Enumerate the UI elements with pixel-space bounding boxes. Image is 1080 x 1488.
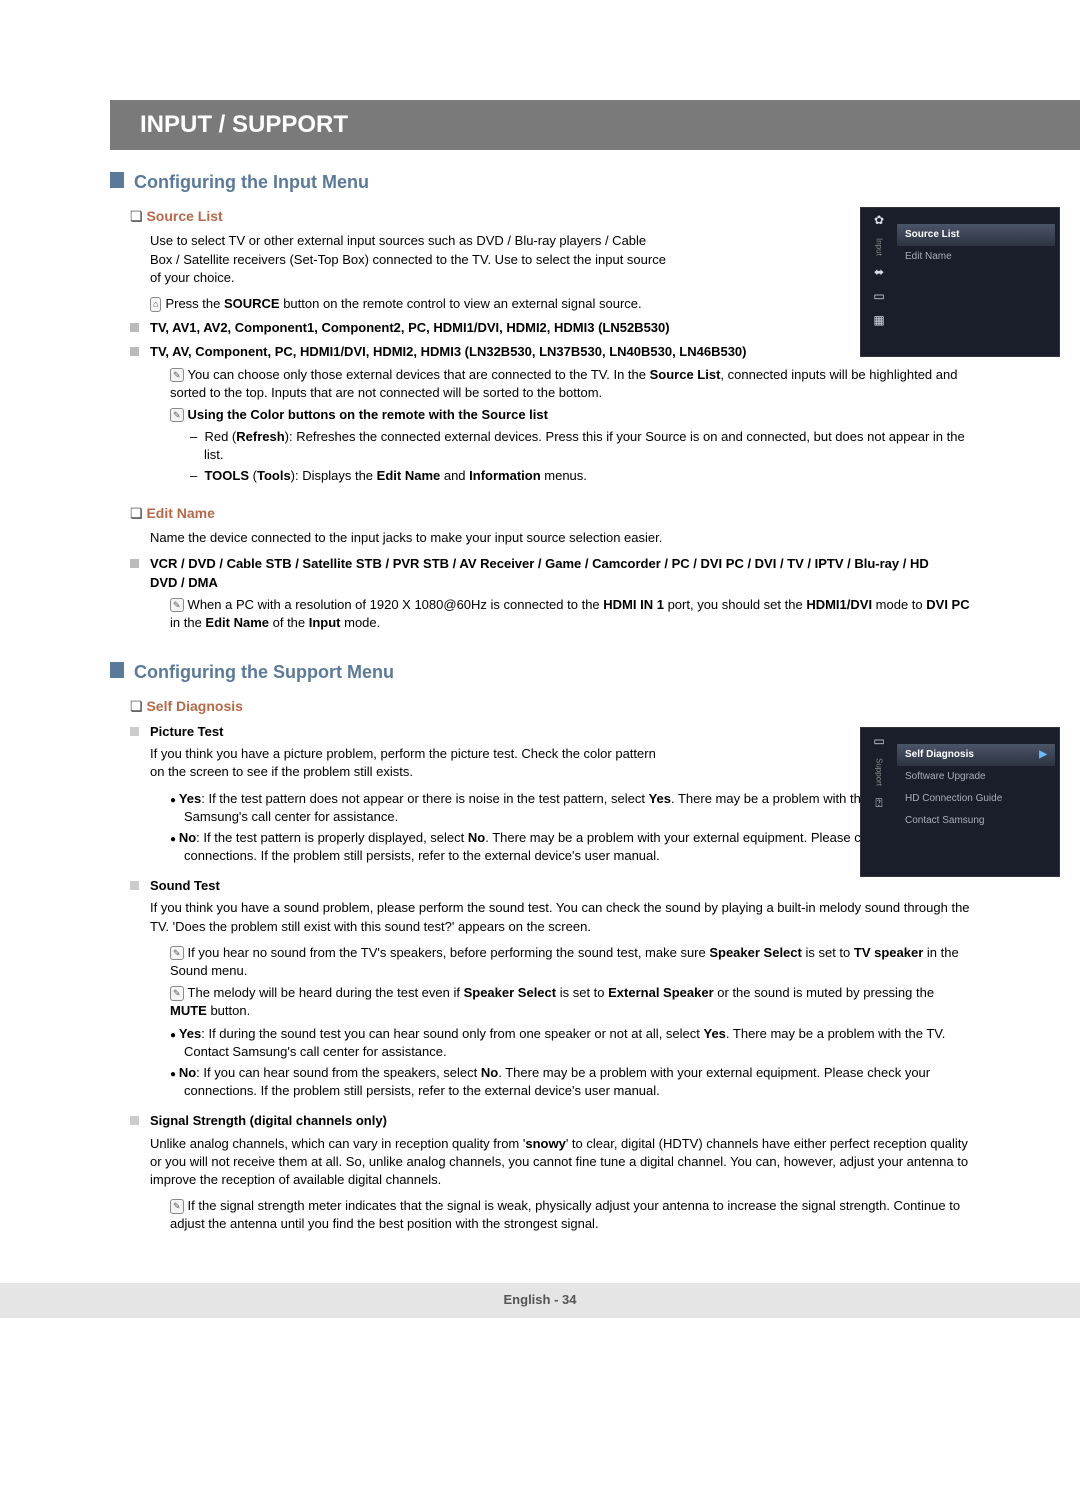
osd-row-label: Software Upgrade [905, 770, 986, 784]
note-signal-weak: ✎If the signal strength meter indicates … [170, 1197, 970, 1233]
para-edit-name-desc: Name the device connected to the input j… [150, 529, 970, 547]
osd-sidebar: ▭ Support ⍰ [865, 734, 893, 810]
osd-row-edit-name: Edit Name [897, 246, 1055, 268]
osd-row-label: Source List [905, 228, 959, 242]
pencil-icon: ✎ [170, 408, 184, 423]
osd-sidebar: ✿ Input ⬌ ▭ ▦ [865, 214, 893, 328]
osd-row-label: Edit Name [905, 250, 952, 264]
remote-icon: ⌂ [150, 297, 161, 312]
page-footer: English - 34 [0, 1283, 1080, 1317]
osd-row-source-list: Source List [897, 224, 1055, 246]
inputs-list-ln52: TV, AV1, AV2, Component1, Component2, PC… [130, 319, 950, 337]
osd-support: ▭ Support ⍰ Self Diagnosis ▶ Software Upg… [860, 727, 1060, 877]
item-picture-test: Picture Test [130, 723, 950, 741]
para-signal-desc: Unlike analog channels, which can vary i… [150, 1135, 970, 1190]
para-sound-test-desc: If you think you have a sound problem, p… [150, 899, 970, 935]
pencil-icon: ✎ [170, 986, 184, 1001]
dash-tools: – TOOLS (Tools): Displays the Edit Name … [190, 467, 970, 485]
dot-sound-no: No: If you can hear sound from the speak… [170, 1064, 950, 1100]
osd-row-self-diagnosis: Self Diagnosis ▶ [897, 744, 1055, 766]
folder-icon: ▭ [870, 290, 888, 304]
section-title-input-menu: Configuring the Input Menu [110, 170, 1080, 195]
section-title-support-menu: Configuring the Support Menu [110, 660, 1080, 685]
subhead-self-diagnosis: Self Diagnosis [130, 697, 1050, 717]
osd-row-hd-guide: HD Connection Guide [897, 788, 1055, 810]
note-hdmi-pc: ✎When a PC with a resolution of 1920 X 1… [170, 596, 970, 632]
dot-picture-yes: Yes: If the test pattern does not appear… [170, 790, 950, 826]
dot-sound-yes: Yes: If during the sound test you can he… [170, 1025, 950, 1061]
chevron-right-icon: ▶ [1039, 748, 1047, 762]
osd-row-label: HD Connection Guide [905, 792, 1002, 806]
osd-side-label: Input [873, 238, 884, 256]
note-press-source: ⌂Press the SOURCE button on the remote c… [150, 295, 970, 313]
gear-icon: ✿ [870, 214, 888, 228]
pencil-icon: ✎ [170, 598, 184, 613]
pencil-icon: ✎ [170, 1199, 184, 1214]
osd-row-contact: Contact Samsung [897, 810, 1055, 832]
dash-red-refresh: – Red (Refresh): Refreshes the connected… [190, 428, 970, 464]
page: INPUT / SUPPORT Configuring the Input Me… [0, 100, 1080, 1358]
osd-body: Self Diagnosis ▶ Software Upgrade HD Conn… [897, 744, 1055, 832]
note-melody: ✎The melody will be heard during the tes… [170, 984, 970, 1020]
section-input-content: ✿ Input ⬌ ▭ ▦ Source List Edit Name Sour… [130, 207, 1050, 632]
inputs-list-others: TV, AV, Component, PC, HDMI1/DVI, HDMI2,… [130, 343, 950, 361]
subhead-edit-name: Edit Name [130, 504, 1050, 524]
para-picture-test-desc: If you think you have a picture problem,… [150, 745, 670, 781]
osd-row-software-upgrade: Software Upgrade [897, 766, 1055, 788]
note-color-buttons: ✎Using the Color buttons on the remote w… [170, 406, 970, 424]
osd-row-label: Self Diagnosis [905, 748, 974, 762]
pencil-icon: ✎ [170, 946, 184, 961]
osd-side-label: Support [873, 758, 884, 786]
edit-name-device-list: VCR / DVD / Cable STB / Satellite STB / … [130, 555, 950, 591]
para-source-list-desc: Use to select TV or other external input… [150, 232, 670, 287]
section-support-content: ▭ Support ⍰ Self Diagnosis ▶ Software Upg… [130, 697, 1050, 1233]
osd-body: Source List Edit Name [897, 224, 1055, 268]
support-icon: ⍰ [870, 796, 888, 810]
input-icon: ⬌ [870, 266, 888, 280]
item-sound-test: Sound Test [130, 877, 950, 895]
chapter-banner: INPUT / SUPPORT [110, 100, 1080, 150]
pencil-icon: ✎ [170, 368, 184, 383]
dot-picture-no: No: If the test pattern is properly disp… [170, 829, 950, 865]
note-connected-devices: ✎You can choose only those external devi… [170, 366, 970, 402]
osd-row-label: Contact Samsung [905, 814, 985, 828]
item-signal-strength: Signal Strength (digital channels only) [130, 1112, 950, 1130]
note-speaker-select: ✎If you hear no sound from the TV's spea… [170, 944, 970, 980]
